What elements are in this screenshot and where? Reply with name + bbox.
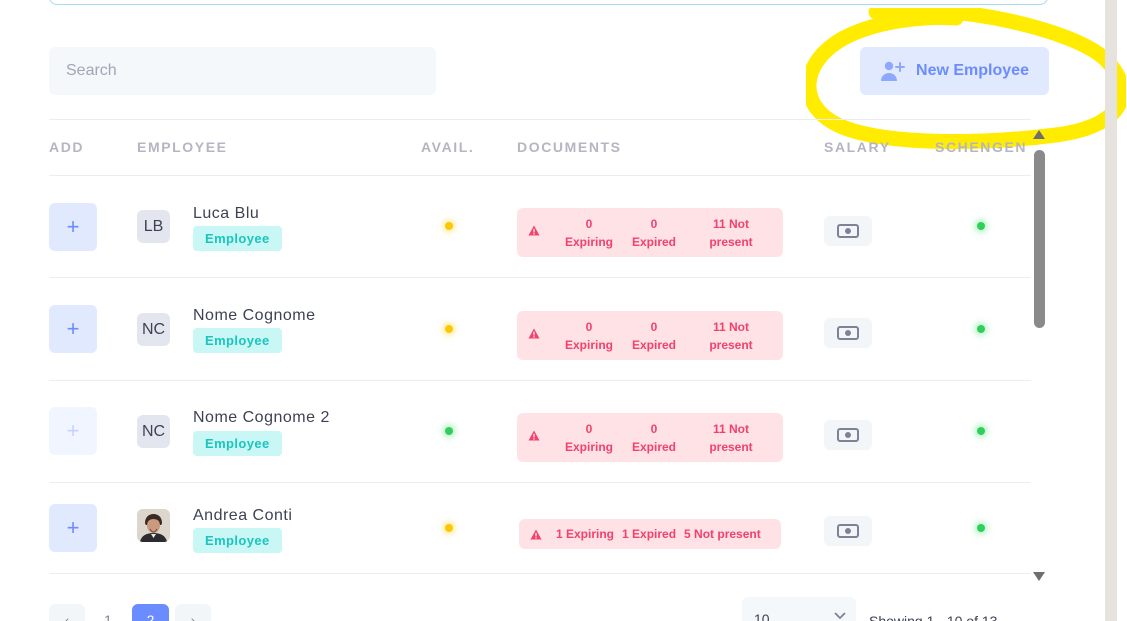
new-employee-button[interactable]: New Employee (860, 47, 1049, 95)
expiring-count: 0 (585, 422, 593, 436)
money-icon (837, 326, 859, 340)
column-header-add: ADD (49, 139, 85, 155)
add-user-icon (881, 61, 906, 81)
column-header-schengen: SCHENGEN (935, 139, 1028, 155)
results-summary: Showing 1 - 10 of 13 (869, 613, 998, 621)
table-top-divider (49, 119, 1031, 120)
table-bottom-divider (49, 573, 1031, 574)
top-panel-edge (49, 0, 1048, 5)
not-present-label: present (709, 440, 753, 454)
column-header-documents: DOCUMENTS (517, 139, 622, 155)
warning-icon (528, 430, 540, 441)
add-document-button-disabled[interactable]: + (49, 407, 97, 455)
not-present-count: 11 Not (712, 320, 749, 334)
new-employee-label: New Employee (916, 62, 1029, 79)
scroll-up-icon[interactable] (1033, 130, 1045, 139)
window-scrollbar-rail[interactable] (1105, 0, 1117, 621)
not-present-count: 11 Not (712, 422, 749, 436)
column-header-availability: AVAIL. (421, 139, 475, 155)
expired-label: Expired (631, 338, 676, 352)
employee-name[interactable]: Nome Cognome (193, 307, 316, 325)
role-badge: Employee (193, 328, 282, 353)
expired-count: 0 (650, 320, 658, 334)
money-icon (837, 524, 859, 538)
scroll-down-icon[interactable] (1033, 572, 1045, 581)
scrollbar-thumb[interactable] (1034, 150, 1045, 328)
expired-count: 0 (650, 422, 658, 436)
chevron-down-icon (834, 612, 846, 620)
documents-status[interactable]: 0 Expiring 0 Expired 11 Not present (517, 413, 783, 462)
not-present-label: present (709, 235, 753, 249)
salary-button[interactable] (824, 516, 872, 546)
row-divider (49, 277, 1031, 278)
avatar-photo (137, 509, 170, 542)
per-page-select[interactable]: 10 (742, 597, 856, 621)
warning-icon (528, 225, 540, 236)
role-badge: Employee (193, 226, 282, 251)
documents-status[interactable]: 0 Expiring 0 Expired 11 Not present (517, 311, 783, 360)
salary-button[interactable] (824, 216, 872, 246)
availability-indicator (445, 524, 453, 532)
add-document-button[interactable]: + (49, 203, 97, 251)
money-icon (837, 428, 859, 442)
warning-icon (528, 328, 540, 339)
expiring-label: Expiring (564, 235, 613, 249)
avatar: LB (137, 210, 170, 243)
not-present-count: 11 Not (712, 217, 749, 231)
pagination-prev-button[interactable]: ‹ (49, 604, 85, 621)
expiring-label: Expiring (564, 440, 613, 454)
expired-label: Expired (631, 440, 676, 454)
availability-indicator (445, 222, 453, 230)
schengen-indicator (977, 427, 985, 435)
salary-button[interactable] (824, 318, 872, 348)
avatar: NC (137, 415, 170, 448)
expired-label: Expired (631, 235, 676, 249)
person-photo-icon (137, 509, 170, 542)
expired-count: 0 (650, 217, 658, 231)
salary-button[interactable] (824, 420, 872, 450)
search-input[interactable] (49, 47, 436, 95)
header-divider (49, 175, 1031, 176)
schengen-indicator (977, 222, 985, 230)
column-header-employee: EMPLOYEE (137, 139, 228, 155)
pagination-next-button[interactable]: › (175, 604, 211, 621)
documents-status[interactable]: 1 Expiring 1 Expired 5 Not present (519, 519, 781, 549)
employee-name[interactable]: Andrea Conti (193, 507, 292, 525)
employee-name[interactable]: Nome Cognome 2 (193, 409, 330, 427)
per-page-value: 10 (754, 611, 770, 621)
pagination-page-1[interactable]: 1 (97, 604, 119, 621)
expiring-count: 0 (585, 217, 593, 231)
expired-count: 1 Expired (622, 527, 677, 541)
pagination-page-2[interactable]: 2 (132, 604, 169, 621)
not-present-label: present (709, 338, 753, 352)
availability-indicator (445, 325, 453, 333)
schengen-indicator (977, 325, 985, 333)
expiring-label: Expiring (564, 338, 613, 352)
expiring-count: 1 Expiring (556, 527, 615, 541)
avatar: NC (137, 313, 170, 346)
employee-name[interactable]: Luca Blu (193, 205, 259, 223)
expiring-count: 0 (585, 320, 593, 334)
row-divider (49, 482, 1031, 483)
add-document-button[interactable]: + (49, 305, 97, 353)
column-header-salary: SALARY (824, 139, 891, 155)
schengen-indicator (977, 524, 985, 532)
row-divider (49, 380, 1031, 381)
add-document-button[interactable]: + (49, 504, 97, 552)
warning-icon (530, 529, 542, 539)
not-present-count: 5 Not present (684, 527, 761, 541)
role-badge: Employee (193, 431, 282, 456)
documents-status[interactable]: 0 Expiring 0 Expired 11 Not present (517, 208, 783, 257)
role-badge: Employee (193, 528, 282, 553)
availability-indicator (445, 427, 453, 435)
money-icon (837, 224, 859, 238)
